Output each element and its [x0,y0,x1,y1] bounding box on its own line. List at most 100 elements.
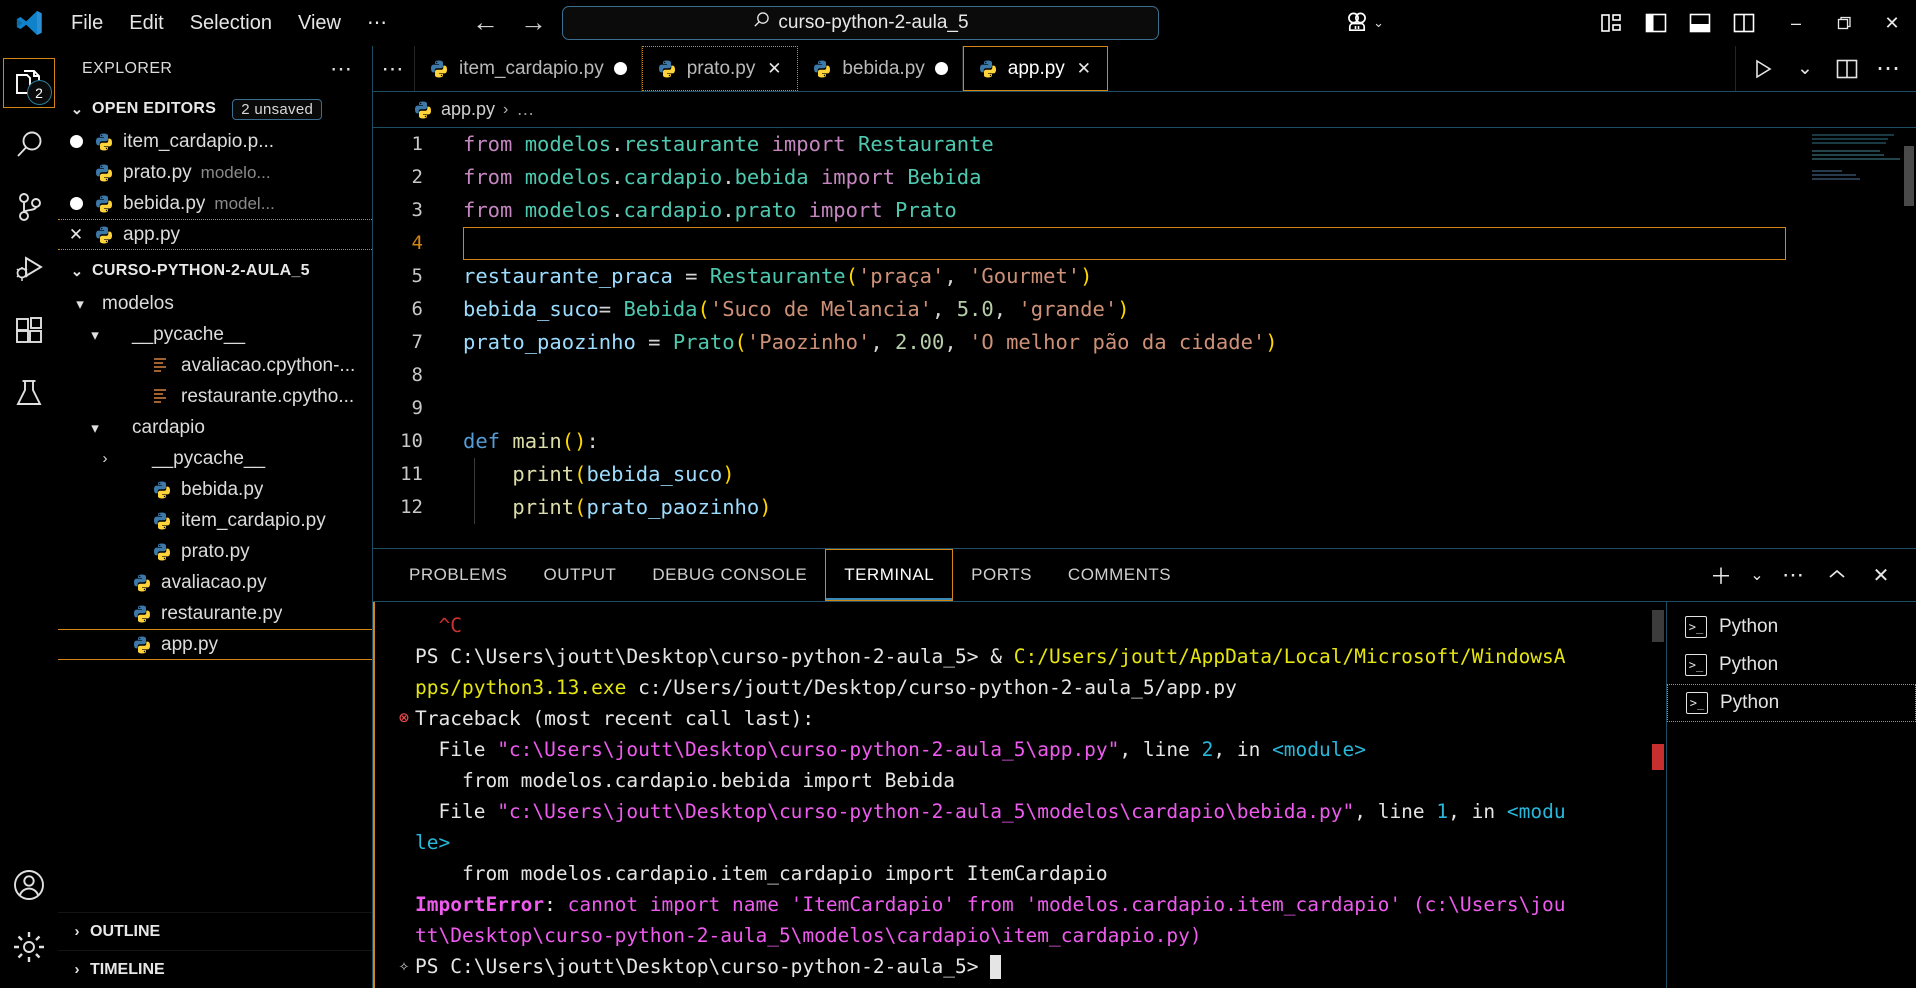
close-icon[interactable]: ✕ [67,225,85,245]
tree-item-label: app.py [161,633,219,655]
split-editor-right-icon[interactable] [1828,47,1866,91]
tree-item-modelos[interactable]: ▾ modelos [58,288,372,319]
terminal-scroll-thumb[interactable] [1652,610,1664,642]
tree-item-bebida-py[interactable]: bebida.py [58,474,372,505]
window-close-button[interactable]: ✕ [1868,0,1916,46]
beaker-icon [15,380,42,405]
project-folder-header[interactable]: ⌄ CURSO-PYTHON-2-AULA_5 [58,254,372,288]
open-editor-name: app.py [123,223,181,245]
terminal-error-marker [1652,744,1664,770]
activitybar-item-testing[interactable] [0,362,58,424]
tab-item_cardapio[interactable]: item_cardapio.py [415,46,642,91]
panel-tab-terminal[interactable]: TERMINAL [825,549,954,601]
window-buttons: – ✕ [1772,0,1916,46]
run-python-file-icon[interactable] [1744,47,1782,91]
go-forward-icon[interactable]: → [520,9,547,36]
terminal-icon: >_ [1686,692,1708,714]
open-editor-item-item_cardapio[interactable]: item_cardapio.p... [58,126,372,157]
activitybar-item-settings[interactable] [0,916,58,978]
run-options-chevron-down-icon[interactable]: ⌄ [1786,47,1824,91]
tab-bebida[interactable]: bebida.py [798,46,963,91]
breadcrumb-more[interactable]: … [516,99,535,120]
unsaved-dot-icon[interactable] [934,62,948,75]
maximize-panel-icon[interactable] [1816,553,1858,597]
tree-item-item-cardapio-py[interactable]: item_cardapio.py [58,505,372,536]
code-line-1: 1 from modelos.restaurante import Restau… [373,128,1916,161]
panel-tab-comments[interactable]: COMMENTS [1050,549,1189,601]
new-terminal-chevron-down-icon[interactable]: ⌄ [1744,553,1770,597]
run-debug-icon [15,256,43,281]
tree-item-restaurante-cpython[interactable]: restaurante.cpytho... [58,381,372,412]
close-icon[interactable]: ✕ [765,59,783,79]
panel-tab-debug-console[interactable]: DEBUG CONSOLE [634,549,825,601]
toggle-secondary-sidebar-icon[interactable] [1722,0,1766,46]
menu-view[interactable]: View [285,6,354,40]
chevron-right-icon[interactable]: › [58,450,152,467]
code-editor[interactable]: 1 from modelos.restaurante import Restau… [373,128,1916,548]
chevron-right-icon: › [74,961,80,978]
accounts-chevron-down-icon[interactable]: ⌄ [1373,15,1384,31]
panel-tab-output[interactable]: OUTPUT [525,549,634,601]
search-icon [16,131,41,157]
toggle-panel-icon[interactable] [1678,0,1722,46]
chevron-down-icon[interactable]: ▾ [58,326,132,344]
close-panel-icon[interactable]: ✕ [1860,553,1902,597]
window-minimize-button[interactable]: – [1772,0,1820,46]
unsaved-dot-icon[interactable] [613,62,627,75]
menu-selection[interactable]: Selection [177,6,285,40]
open-editor-item-bebida[interactable]: bebida.py model... [58,188,372,219]
activitybar-item-extensions[interactable] [0,300,58,362]
menu-more-icon[interactable]: ⋯ [354,6,400,40]
tree-item-pycache-cardapio[interactable]: › __pycache__ [58,443,372,474]
tree-item-avaliacao-cpython[interactable]: avaliacao.cpython-... [58,350,372,381]
menu-edit[interactable]: Edit [116,6,176,40]
command-center-search[interactable]: curso-python-2-aula_5 [561,5,1159,40]
terminal-instance-3[interactable]: >_ Python [1667,684,1916,722]
toggle-primary-sidebar-icon[interactable] [1634,0,1678,46]
menu-file[interactable]: File [58,6,116,40]
tree-item-label: __pycache__ [132,323,246,345]
window-restore-button[interactable] [1820,0,1868,46]
panel-tab-ports[interactable]: PORTS [953,549,1050,601]
tree-item-pycache-modelos[interactable]: ▾ __pycache__ [58,319,372,350]
terminal-instance-1[interactable]: >_ Python [1667,608,1916,646]
open-editors-list: item_cardapio.p... prato.py modelo... be [58,126,372,250]
customize-layout-icon[interactable] [1590,0,1634,46]
chevron-down-icon[interactable]: ▾ [58,295,102,313]
timeline-section-header[interactable]: › TIMELINE [58,950,372,988]
breadcrumb-file[interactable]: app.py [441,99,495,120]
terminal-instance-2[interactable]: >_ Python [1667,646,1916,684]
activitybar-item-search[interactable] [0,114,58,176]
editor-scroll-thumb[interactable] [1904,146,1914,206]
tree-item-prato-py[interactable]: prato.py [58,536,372,567]
python-file-icon [132,635,152,655]
activitybar-item-explorer[interactable]: 2 [0,52,58,114]
activitybar-item-run-and-debug[interactable] [0,238,58,300]
go-back-icon[interactable]: ← [472,9,499,36]
tab-app[interactable]: app.py ✕ [962,46,1108,91]
new-terminal-icon[interactable]: ＋ [1700,553,1742,597]
chevron-down-icon[interactable]: ▾ [58,419,132,437]
panel-more-actions-icon[interactable]: ⋯ [1772,553,1814,597]
tabs-overflow-icon[interactable]: ⋯ [373,46,415,91]
terminal-output[interactable]: ^C PS C:\Users\joutt\Desktop\curso-pytho… [373,602,1666,988]
editor-vertical-scrollbar[interactable] [1902,128,1916,548]
open-editor-item-app[interactable]: ✕ app.py [58,219,372,250]
open-editor-item-prato[interactable]: prato.py modelo... [58,157,372,188]
activitybar-item-accounts[interactable] [0,854,58,916]
close-icon[interactable]: ✕ [1075,59,1093,79]
explorer-more-actions-icon[interactable]: ⋯ [330,58,354,80]
workbench-body: 2 EXPLORER ⋯ ⌄ OPEN EDITORS 2 unsaved it… [0,46,1916,988]
activitybar-item-source-control[interactable] [0,176,58,238]
tree-item-restaurante-py[interactable]: restaurante.py [58,598,372,629]
tree-item-app-py[interactable]: app.py [58,629,372,660]
tree-item-avaliacao-py[interactable]: avaliacao.py [58,567,372,598]
editor-more-actions-icon[interactable]: ⋯ [1870,47,1908,91]
editor-minimap[interactable] [1812,134,1904,182]
outline-section-header[interactable]: › OUTLINE [58,912,372,950]
open-editors-header[interactable]: ⌄ OPEN EDITORS 2 unsaved [58,92,372,126]
panel-tab-problems[interactable]: PROBLEMS [391,549,525,601]
prompt-decoration-icon: ✧ [398,956,410,976]
tree-item-cardapio[interactable]: ▾ cardapio [58,412,372,443]
tab-prato[interactable]: prato.py ✕ [641,46,799,91]
